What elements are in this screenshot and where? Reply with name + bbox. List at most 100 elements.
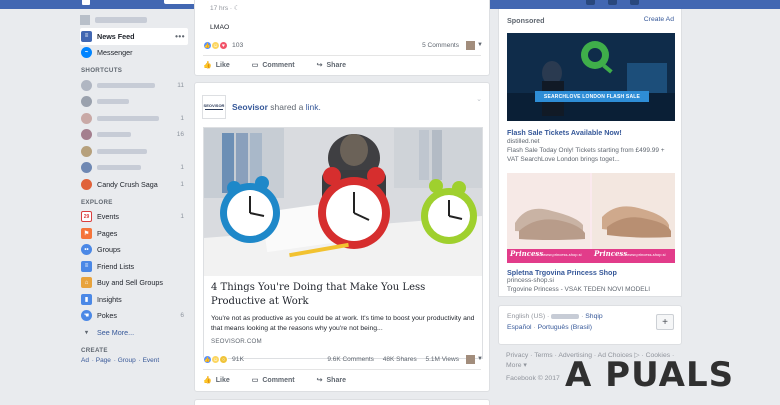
sidebar-item-label: Candy Crush Saga [97,179,158,189]
current-language: English (US) [507,313,546,320]
shortcut-count: 1 [180,180,184,188]
link-preview-card[interactable]: 4 Things You're Doing that Make You Less… [203,127,483,359]
create-links: Ad · Page · Group · Event [81,356,160,364]
shortcut-count: 11 [177,81,184,89]
notifications-icon[interactable] [630,0,639,5]
ad-image-princess-shoes[interactable]: Princess www.princess-shop.si Princess w… [507,173,675,263]
caret-down-icon[interactable]: ▼ [477,356,483,362]
friend-list-icon: ≡ [81,260,92,272]
comment-button[interactable]: ▭ Comment [251,61,295,70]
ad-brand-site: www.princess-shop.si [627,252,666,257]
reaction-count: 103 [232,42,244,49]
sponsored-header: Sponsored [507,16,545,25]
language-blurred[interactable] [551,313,580,319]
messages-icon[interactable] [608,0,617,5]
link-preview-image [204,128,482,276]
ad-domain: distilled.net [507,138,540,145]
shortcut-label-blurred [97,148,147,154]
shop-icon: ⌂ [81,277,92,289]
ad-image-searchlove[interactable]: SEARCHLOVE LONDON FLASH SALE [507,33,675,121]
events-count: 1 [180,213,184,221]
profile-link[interactable] [80,12,188,28]
language-link[interactable]: Shqip [585,313,602,320]
post-header: SEOVISOR Seovisor shared a link. [202,95,321,119]
language-line: English (US) · · Shqip [507,313,603,320]
wow-reaction-icon: ○ [219,355,228,364]
viewer-avatar[interactable] [466,41,475,50]
like-button[interactable]: 👍 Like [203,61,230,70]
share-button[interactable]: ↪ Share [317,61,346,70]
sidebar-item-buy-sell-groups[interactable]: ⌂ Buy and Sell Groups [80,275,188,292]
ad-title[interactable]: Flash Sale Tickets Available Now! [507,128,622,137]
shortcut-item[interactable]: 11 [80,77,188,94]
sidebar-item-label: Events [97,212,119,222]
sidebar-item-friend-lists[interactable]: ≡ Friend Lists [80,258,188,275]
sidebar-item-insights[interactable]: ▮ Insights [80,291,188,308]
post-options-chevron-icon[interactable]: ⌄ [476,95,482,103]
post-author[interactable]: Seovisor [232,102,268,112]
like-button[interactable]: 👍 Like [203,376,230,385]
shortcut-avatar-icon [81,162,92,174]
sidebar-item-pokes[interactable]: ☚ Pokes 6 [80,308,188,325]
sidebar-item-events[interactable]: 29 Events 1 [80,209,188,226]
sidebar-item-messenger[interactable]: ~ Messenger [80,45,188,62]
comments-count[interactable]: 5 Comments [422,42,459,49]
create-ad-link[interactable]: Create Ad [644,16,674,23]
language-link[interactable]: Español [507,324,532,331]
shortcut-item[interactable]: 1 [80,110,188,127]
sidebar-item-groups[interactable]: •• Groups [80,242,188,259]
flag-icon: ⚑ [81,227,92,239]
feed-post [194,399,490,405]
sidebar-item-news-feed[interactable]: ≡ News Feed ••• [80,28,188,45]
sidebar-item-pages[interactable]: ⚑ Pages [80,225,188,242]
post-timestamp[interactable]: 17 hrs · ☾ [210,4,240,12]
viewer-avatar[interactable] [466,355,475,364]
comment-icon: ▭ [251,62,259,69]
comments-count[interactable]: 9.6K Comments [327,356,374,363]
shares-count[interactable]: 48K Shares [383,356,417,363]
see-more-link[interactable]: ▾ See More... [80,324,188,341]
shortcut-item[interactable]: 16 [80,127,188,144]
shortcut-label-blurred [97,115,159,121]
sidebar-item-label: Groups [97,245,121,255]
see-more-label: See More... [97,327,135,337]
create-header: CREATE [81,346,108,354]
shortcut-avatar-icon [81,145,92,157]
watermark-logo: A PUALS [565,355,735,395]
friend-requests-icon[interactable] [586,0,595,5]
feed-post: SEOVISOR Seovisor shared a link. ⌄ 4 Thi… [194,82,490,392]
shortcut-item[interactable] [80,94,188,111]
feed-post: 17 hrs · ☾ LMAO 👍 ☺ ♥ 103 5 Comments ▼ 👍… [194,0,490,76]
create-group-link[interactable]: Group [118,357,136,364]
insights-icon: ▮ [81,293,92,305]
create-event-link[interactable]: Event [143,357,160,364]
shortcut-avatar-icon [81,112,92,124]
link-domain: SEOVISOR.COM [211,338,262,345]
shortcut-item[interactable]: 1 [80,160,188,177]
shortcut-item-candy-crush[interactable]: Candy Crush Saga 1 [80,176,188,193]
post-stats: 9.6K Comments 48K Shares 5.1M Views [320,356,459,363]
candy-crush-icon [81,178,92,190]
reaction-summary[interactable]: 👍 ☺ ○ 91K [203,355,244,364]
divider [203,369,481,370]
add-language-button[interactable]: + [656,314,674,330]
sponsored-box: Sponsored Create Ad SEARCHLOVE LONDON FL… [498,9,682,297]
comment-button[interactable]: ▭ Comment [252,376,295,385]
reaction-summary[interactable]: 👍 ☺ ♥ 103 [203,41,243,50]
caret-down-icon[interactable]: ▼ [477,42,483,48]
copyright-text: Facebook © 2017 [506,375,560,382]
divider [203,55,481,56]
create-page-link[interactable]: Page [96,357,111,364]
more-options-icon[interactable]: ••• [175,32,185,41]
sidebar-item-label: Insights [97,294,122,304]
create-ad-link[interactable]: Ad [81,357,89,364]
calendar-icon: 29 [81,211,92,223]
page-avatar[interactable]: SEOVISOR [202,95,226,119]
share-button[interactable]: ↪ Share [317,376,346,385]
post-actions: 👍 Like ▭ Comment ↪ Share [203,376,368,385]
post-link-word[interactable]: link. [306,102,321,112]
facebook-logo-icon[interactable] [82,0,90,5]
shortcut-item[interactable] [80,143,188,160]
language-link[interactable]: Português (Brasil) [538,324,592,331]
link-title[interactable]: 4 Things You're Doing that Make You Less… [211,281,476,309]
